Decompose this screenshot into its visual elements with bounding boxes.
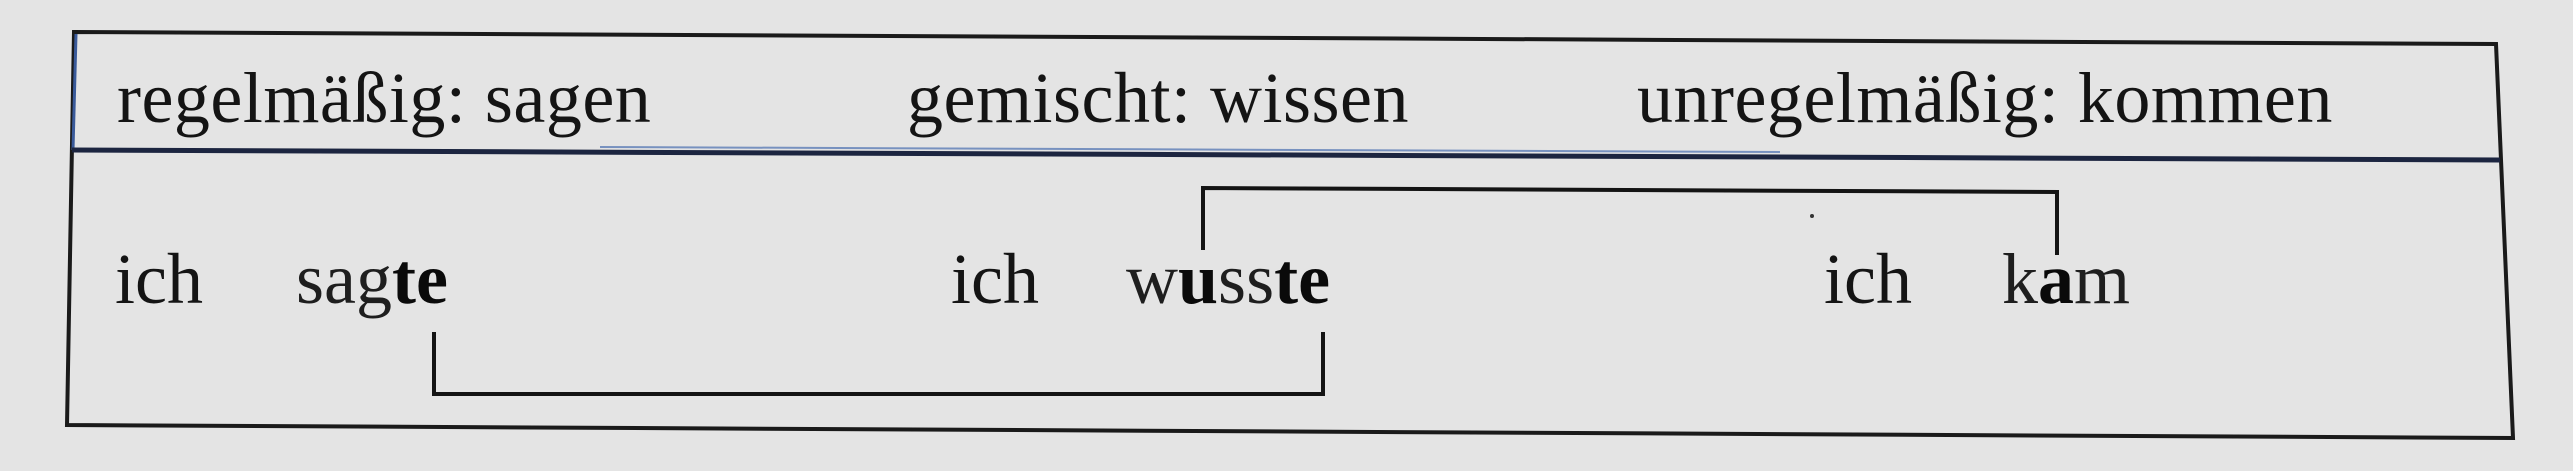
verb-mixed-middle: ss	[1218, 239, 1275, 319]
conjugation-diagram: regelmäßig: sagen gemischt: wissen unreg…	[0, 0, 2573, 471]
verb-regular: sagte	[296, 243, 448, 315]
header-rule	[71, 147, 2501, 163]
speck	[1810, 214, 1814, 218]
pronoun-irregular: ich	[1824, 239, 1912, 319]
header-mixed: gemischt: wissen	[907, 58, 1409, 138]
verb-irregular-start: k	[2002, 239, 2038, 319]
verb-regular-ending: te	[391, 239, 448, 319]
verb-regular-stem: sag	[296, 239, 392, 319]
pronoun-mixed: ich	[951, 239, 1039, 319]
pronoun-regular: ich	[115, 239, 203, 319]
verb-mixed: wusste	[1126, 243, 1330, 315]
verb-irregular-vowel: a	[2038, 239, 2074, 319]
header-irregular: unregelmäßig: kommen	[1637, 58, 2333, 138]
verb-irregular-end: m	[2074, 239, 2131, 319]
verb-mixed-start: w	[1126, 239, 1178, 319]
verb-mixed-vowel: u	[1178, 239, 1219, 319]
header-regular: regelmäßig: sagen	[117, 58, 652, 138]
verb-mixed-ending: te	[1274, 239, 1331, 319]
verb-irregular: kam	[2002, 243, 2130, 315]
bracket-ending	[432, 332, 1325, 396]
bracket-vowel-change	[1201, 185, 2059, 255]
